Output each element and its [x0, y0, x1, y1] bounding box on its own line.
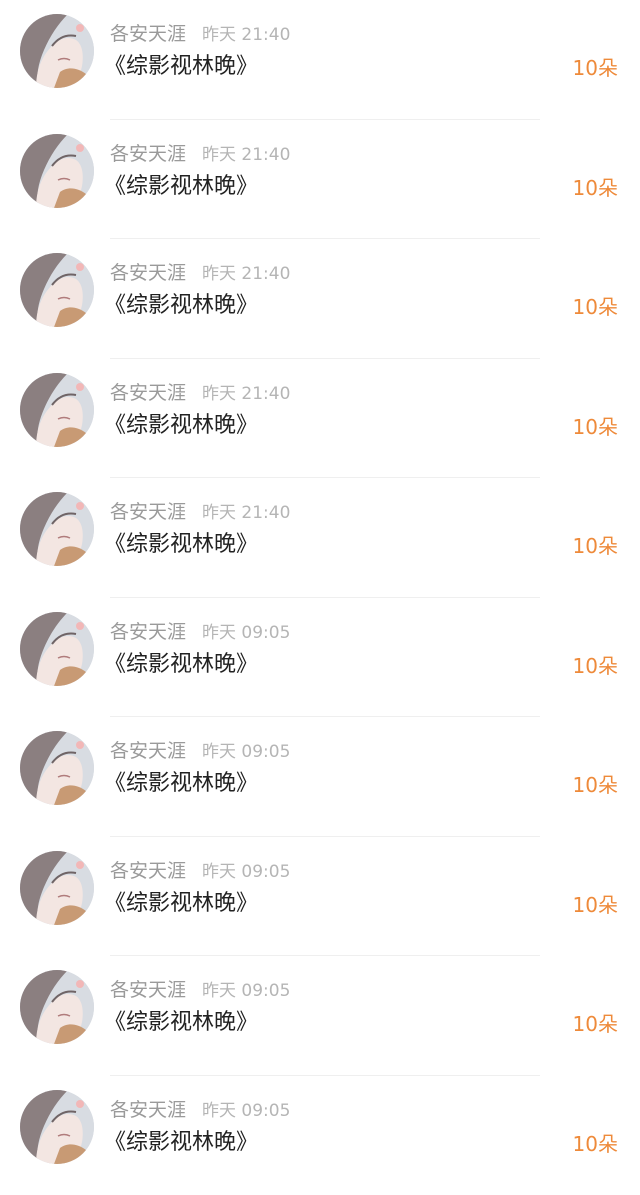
list-item[interactable]: 各安天涯昨天 21:40 《综影视林晚》 10朵: [0, 359, 640, 479]
item-meta: 各安天涯昨天 21:40: [110, 381, 290, 405]
timestamp: 昨天 21:40: [202, 503, 290, 523]
user-avatar-icon[interactable]: [20, 731, 94, 805]
gift-count: 10朵: [573, 772, 618, 798]
timestamp: 昨天 21:40: [202, 145, 290, 165]
username[interactable]: 各安天涯: [110, 860, 186, 882]
item-title[interactable]: 《综影视林晚》: [104, 530, 258, 560]
item-title[interactable]: 《综影视林晚》: [104, 889, 258, 919]
item-meta: 各安天涯昨天 21:40: [110, 500, 290, 524]
user-avatar-icon[interactable]: [20, 253, 94, 327]
gift-record-list: 各安天涯昨天 21:40 《综影视林晚》 10朵 各安天涯昨天 21:40 《综…: [0, 0, 640, 1185]
item-title[interactable]: 《综影视林晚》: [104, 650, 258, 680]
item-meta: 各安天涯昨天 09:05: [110, 978, 290, 1002]
gift-count: 10朵: [573, 653, 618, 679]
list-item[interactable]: 各安天涯昨天 09:05 《综影视林晚》 10朵: [0, 598, 640, 718]
list-item[interactable]: 各安天涯昨天 09:05 《综影视林晚》 10朵: [0, 837, 640, 957]
user-avatar-icon[interactable]: [20, 612, 94, 686]
gift-count: 10朵: [573, 1011, 618, 1037]
gift-count: 10朵: [573, 55, 618, 81]
item-meta: 各安天涯昨天 09:05: [110, 620, 290, 644]
user-avatar-icon[interactable]: [20, 1090, 94, 1164]
username[interactable]: 各安天涯: [110, 143, 186, 165]
user-avatar-icon[interactable]: [20, 492, 94, 566]
list-item[interactable]: 各安天涯昨天 09:05 《综影视林晚》 10朵: [0, 717, 640, 837]
gift-count: 10朵: [573, 1131, 618, 1157]
username[interactable]: 各安天涯: [110, 262, 186, 284]
user-avatar-icon[interactable]: [20, 14, 94, 88]
list-item[interactable]: 各安天涯昨天 21:40 《综影视林晚》 10朵: [0, 239, 640, 359]
list-item[interactable]: 各安天涯昨天 21:40 《综影视林晚》 10朵: [0, 478, 640, 598]
username[interactable]: 各安天涯: [110, 382, 186, 404]
username[interactable]: 各安天涯: [110, 23, 186, 45]
item-meta: 各安天涯昨天 21:40: [110, 22, 290, 46]
username[interactable]: 各安天涯: [110, 621, 186, 643]
list-item[interactable]: 各安天涯昨天 21:40 《综影视林晚》 10朵: [0, 0, 640, 120]
timestamp: 昨天 21:40: [202, 25, 290, 45]
gift-count: 10朵: [573, 294, 618, 320]
item-title[interactable]: 《综影视林晚》: [104, 52, 258, 82]
item-title[interactable]: 《综影视林晚》: [104, 769, 258, 799]
user-avatar-icon[interactable]: [20, 373, 94, 447]
item-title[interactable]: 《综影视林晚》: [104, 291, 258, 321]
list-item[interactable]: 各安天涯昨天 09:05 《综影视林晚》 10朵: [0, 956, 640, 1076]
item-title[interactable]: 《综影视林晚》: [104, 1008, 258, 1038]
timestamp: 昨天 09:05: [202, 1101, 290, 1121]
gift-count: 10朵: [573, 533, 618, 559]
username[interactable]: 各安天涯: [110, 1099, 186, 1121]
username[interactable]: 各安天涯: [110, 979, 186, 1001]
item-title[interactable]: 《综影视林晚》: [104, 411, 258, 441]
item-title[interactable]: 《综影视林晚》: [104, 172, 258, 202]
timestamp: 昨天 21:40: [202, 264, 290, 284]
user-avatar-icon[interactable]: [20, 851, 94, 925]
timestamp: 昨天 09:05: [202, 981, 290, 1001]
item-meta: 各安天涯昨天 09:05: [110, 1098, 290, 1122]
gift-count: 10朵: [573, 175, 618, 201]
timestamp: 昨天 21:40: [202, 384, 290, 404]
gift-count: 10朵: [573, 892, 618, 918]
username[interactable]: 各安天涯: [110, 740, 186, 762]
timestamp: 昨天 09:05: [202, 742, 290, 762]
list-item[interactable]: 各安天涯昨天 09:05 《综影视林晚》 10朵: [0, 1076, 640, 1195]
item-meta: 各安天涯昨天 09:05: [110, 739, 290, 763]
item-meta: 各安天涯昨天 21:40: [110, 142, 290, 166]
username[interactable]: 各安天涯: [110, 501, 186, 523]
item-meta: 各安天涯昨天 21:40: [110, 261, 290, 285]
item-meta: 各安天涯昨天 09:05: [110, 859, 290, 883]
list-item[interactable]: 各安天涯昨天 21:40 《综影视林晚》 10朵: [0, 120, 640, 240]
user-avatar-icon[interactable]: [20, 970, 94, 1044]
item-title[interactable]: 《综影视林晚》: [104, 1128, 258, 1158]
timestamp: 昨天 09:05: [202, 862, 290, 882]
timestamp: 昨天 09:05: [202, 623, 290, 643]
gift-count: 10朵: [573, 414, 618, 440]
user-avatar-icon[interactable]: [20, 134, 94, 208]
